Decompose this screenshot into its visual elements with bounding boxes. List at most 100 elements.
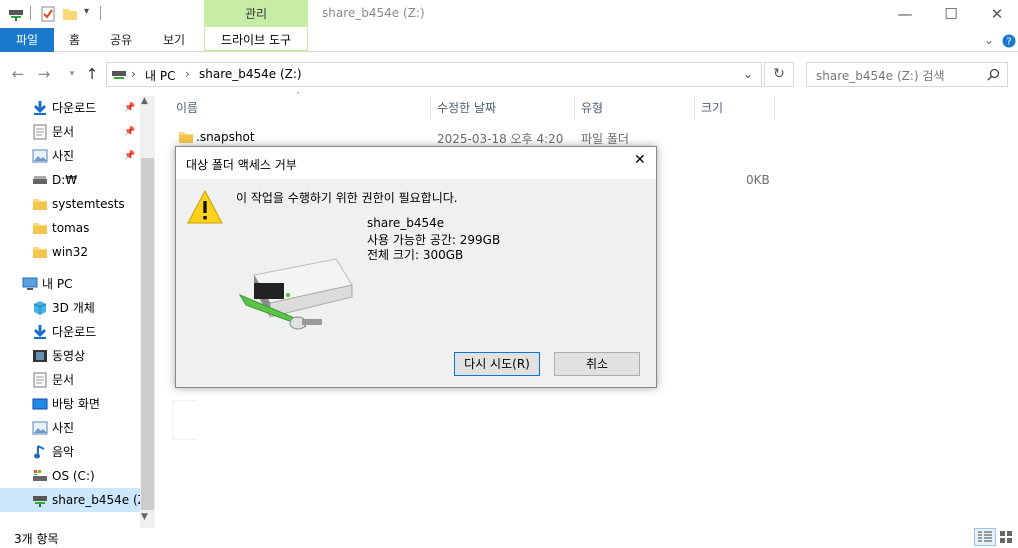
refresh-button[interactable]: ↻ xyxy=(764,62,794,87)
breadcrumb-chevron-icon: › xyxy=(131,67,136,81)
column-separator[interactable] xyxy=(430,96,431,120)
network-drive-icon[interactable] xyxy=(8,6,24,22)
column-name[interactable]: 이름 xyxy=(176,96,198,120)
network-drive-icon xyxy=(32,492,48,508)
tab-home[interactable]: 홈 xyxy=(69,28,80,52)
nav-item-label: share_b454e (Z:) xyxy=(52,493,140,507)
pictures-icon xyxy=(32,420,48,436)
videos-icon xyxy=(32,348,48,364)
nav-item-label: tomas xyxy=(52,221,90,235)
large-icons-view-button[interactable] xyxy=(998,528,1016,546)
up-button[interactable]: ↑ xyxy=(82,62,102,86)
nav-item-pc-7[interactable]: OS (C:) xyxy=(0,464,140,488)
ribbon-tabs xyxy=(0,28,1018,52)
details-view-button[interactable] xyxy=(974,528,996,546)
document-icon xyxy=(32,124,48,140)
drive-icon xyxy=(32,172,48,188)
file-size: 0KB xyxy=(746,173,770,187)
column-size[interactable]: 크기 xyxy=(701,96,723,120)
dialog-title-bar: 대상 폴더 액세스 거부 ✕ xyxy=(176,147,656,179)
network-drive-icon xyxy=(112,71,126,79)
search-box[interactable]: share_b454e (Z:) 검색 xyxy=(806,62,1008,87)
customize-qa-icon[interactable]: ▾ xyxy=(84,6,89,17)
nav-scrollbar-thumb[interactable] xyxy=(141,158,154,510)
tab-drive-tools[interactable]: 드라이브 도구 xyxy=(204,28,308,52)
download-icon xyxy=(32,100,48,116)
retry-button[interactable]: 다시 시도(R) xyxy=(454,352,540,376)
title-bar xyxy=(0,0,1018,28)
nav-item-quick-5[interactable]: tomas xyxy=(0,216,140,240)
context-tab-manage[interactable]: 관리 xyxy=(204,0,308,27)
search-icon xyxy=(987,68,1000,81)
3d-objects-icon xyxy=(32,300,48,316)
minimize-button[interactable]: — xyxy=(882,0,928,28)
breadcrumb-this-pc[interactable]: 내 PC xyxy=(145,67,175,84)
nav-item-pc-6[interactable]: 음악 xyxy=(0,440,140,464)
nav-item-pc-5[interactable]: 사진 xyxy=(0,416,140,440)
nav-item-quick-6[interactable]: win32 xyxy=(0,240,140,264)
nav-item-quick-4[interactable]: systemtests xyxy=(0,192,140,216)
os-drive-icon xyxy=(32,468,48,484)
back-button[interactable]: ← xyxy=(8,62,28,86)
search-placeholder: share_b454e (Z:) 검색 xyxy=(816,69,945,83)
drag-remnant xyxy=(172,400,198,440)
nav-item-pc-4[interactable]: 바탕 화면 xyxy=(0,392,140,416)
file-name: .snapshot xyxy=(196,130,255,144)
pictures-icon xyxy=(32,148,48,164)
nav-item-label: 내 PC xyxy=(42,277,73,291)
nav-item-pc-2[interactable]: 동영상 xyxy=(0,344,140,368)
document-icon xyxy=(32,372,48,388)
nav-item-pc-3[interactable]: 문서 xyxy=(0,368,140,392)
nav-item-this-pc[interactable]: 내 PC xyxy=(0,272,140,296)
address-bar[interactable]: › 내 PC › share_b454e (Z:) ⌄ xyxy=(106,62,762,87)
dialog-title: 대상 폴더 액세스 거부 xyxy=(186,158,297,172)
breadcrumb-drive[interactable]: share_b454e (Z:) xyxy=(199,67,302,81)
pin-icon: 📌 xyxy=(124,151,136,161)
column-type[interactable]: 유형 xyxy=(581,96,603,120)
scroll-down-icon[interactable]: ▼ xyxy=(141,512,148,522)
nav-item-label: systemtests xyxy=(52,197,125,211)
drive-total-size: 전체 크기: 300GB xyxy=(367,248,464,262)
nav-item-quick-1[interactable]: 문서 📌 xyxy=(0,120,140,144)
column-date[interactable]: 수정한 날짜 xyxy=(437,96,496,120)
nav-item-pc-0[interactable]: 3D 개체 xyxy=(0,296,140,320)
tab-file[interactable]: 파일 xyxy=(0,28,54,52)
nav-item-quick-0[interactable]: 다운로드 📌 xyxy=(0,96,140,120)
folder-icon xyxy=(32,244,48,260)
maximize-button[interactable]: ☐ xyxy=(928,0,974,28)
download-icon xyxy=(32,324,48,340)
access-denied-dialog: 대상 폴더 액세스 거부 ✕ 이 작업을 수행하기 위한 권한이 필요합니다. … xyxy=(175,146,657,388)
nav-item-label: 문서 xyxy=(52,125,75,139)
recent-locations-icon[interactable]: ▾ xyxy=(62,62,82,86)
address-dropdown-icon[interactable]: ⌄ xyxy=(743,67,753,81)
column-separator[interactable] xyxy=(694,96,695,120)
svg-text:?: ? xyxy=(1006,37,1011,48)
tab-view[interactable]: 보기 xyxy=(163,28,185,52)
file-date: 2025-03-18 오후 4:20 xyxy=(437,132,564,146)
properties-icon[interactable] xyxy=(40,6,56,22)
forward-button[interactable]: → xyxy=(34,62,54,86)
nav-item-quick-2[interactable]: 사진 📌 xyxy=(0,144,140,168)
tab-share[interactable]: 공유 xyxy=(110,28,132,52)
nav-item-pc-1[interactable]: 다운로드 xyxy=(0,320,140,344)
desktop-icon xyxy=(32,396,48,412)
file-type: 파일 폴더 xyxy=(581,132,629,146)
cancel-button[interactable]: 취소 xyxy=(554,352,640,376)
folder-icon xyxy=(32,196,48,212)
nav-item-label: 동영상 xyxy=(52,349,86,363)
expand-ribbon-icon[interactable]: ⌄ xyxy=(984,33,994,47)
column-separator[interactable] xyxy=(574,96,575,120)
pin-icon: 📌 xyxy=(124,127,136,137)
nav-item-label: 사진 xyxy=(52,421,75,435)
column-separator[interactable] xyxy=(774,96,775,120)
help-icon[interactable]: ? xyxy=(1002,34,1016,48)
close-button[interactable]: ✕ xyxy=(974,0,1018,28)
dialog-close-button[interactable]: ✕ xyxy=(634,152,646,168)
nav-item-label: 사진 xyxy=(52,149,75,163)
large-icons-view-icon xyxy=(1000,531,1012,543)
scroll-up-icon[interactable]: ▲ xyxy=(141,96,148,106)
nav-item-label: 다운로드 xyxy=(52,101,97,115)
new-folder-icon[interactable] xyxy=(62,6,78,22)
nav-item-quick-3[interactable]: D:₩ xyxy=(0,168,140,192)
nav-item-pc-8[interactable]: share_b454e (Z:) xyxy=(0,488,140,512)
